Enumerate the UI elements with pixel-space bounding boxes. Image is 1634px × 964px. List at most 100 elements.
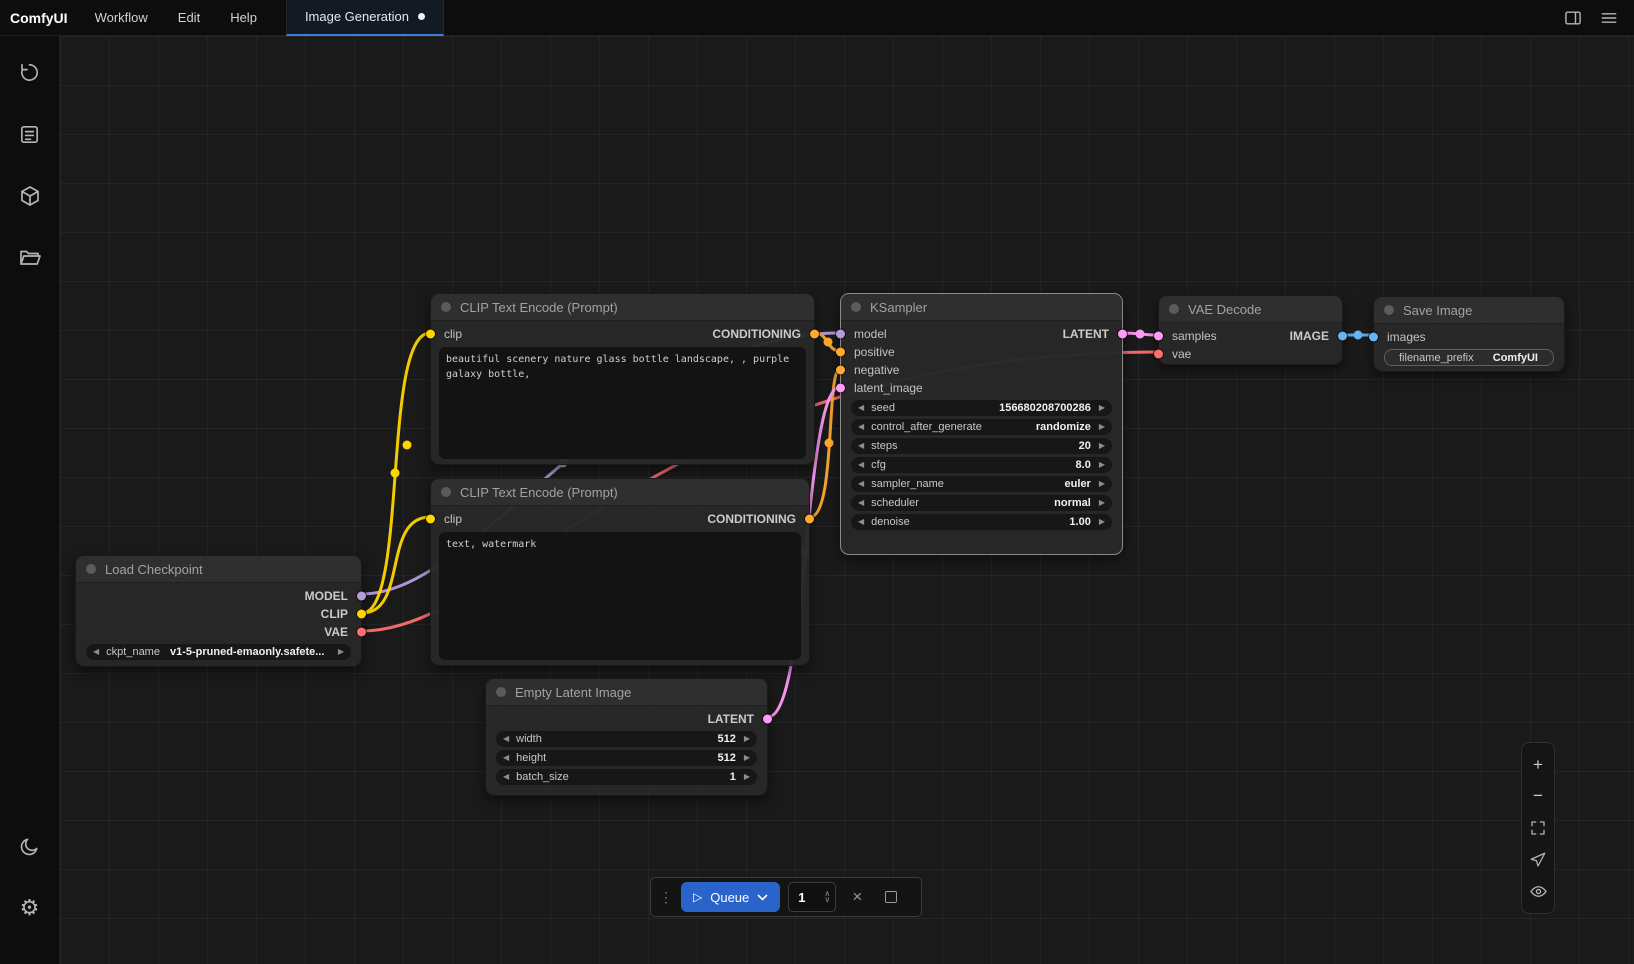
queue-list-button[interactable]: [10, 114, 50, 154]
model-library-button[interactable]: [10, 176, 50, 216]
node-ksampler[interactable]: KSampler model LATENT positive negative …: [840, 293, 1123, 555]
drag-handle-icon[interactable]: ⋮: [659, 889, 673, 906]
toggle-link-visibility-button[interactable]: [1524, 878, 1552, 904]
increment-arrow-icon[interactable]: ▶: [1099, 461, 1105, 469]
input-slot-dot[interactable]: [1369, 333, 1378, 342]
wire-midpoint-dot[interactable]: [1136, 330, 1145, 339]
widget-denoise[interactable]: ◀ denoise 1.00 ▶: [851, 514, 1112, 530]
interrupt-button[interactable]: [878, 891, 904, 903]
menu-help[interactable]: Help: [215, 0, 272, 36]
workflows-folder-button[interactable]: [10, 238, 50, 278]
input-slot-dot[interactable]: [1154, 332, 1163, 341]
widget-height[interactable]: ◀ height 512 ▶: [496, 750, 757, 766]
collapse-dot[interactable]: [86, 564, 96, 574]
decrement-arrow-icon[interactable]: ◀: [93, 648, 99, 656]
queue-button[interactable]: ▷ Queue: [681, 882, 780, 912]
collapse-dot[interactable]: [441, 302, 451, 312]
increment-arrow-icon[interactable]: ▶: [744, 754, 750, 762]
menu-workflow[interactable]: Workflow: [80, 0, 163, 36]
zoom-out-button[interactable]: −: [1524, 783, 1552, 809]
widget-cfg[interactable]: ◀ cfg 8.0 ▶: [851, 457, 1112, 473]
increment-arrow-icon[interactable]: ▶: [338, 648, 344, 656]
increment-arrow-icon[interactable]: ▶: [744, 735, 750, 743]
select-mode-button[interactable]: [1524, 847, 1552, 873]
fit-view-button[interactable]: [1524, 815, 1552, 841]
collapse-dot[interactable]: [1169, 304, 1179, 314]
node-graph-canvas[interactable]: Load Checkpoint MODEL CLIP VAE ◀ ckpt_na…: [60, 36, 1634, 964]
decrement-arrow-icon[interactable]: ◀: [503, 735, 509, 743]
node-header[interactable]: Load Checkpoint: [76, 556, 361, 583]
prompt-textarea[interactable]: beautiful scenery nature glass bottle la…: [439, 347, 806, 459]
hamburger-menu-button[interactable]: [1594, 4, 1624, 32]
input-slot-dot[interactable]: [836, 366, 845, 375]
node-header[interactable]: Empty Latent Image: [486, 679, 767, 706]
node-header[interactable]: KSampler: [841, 294, 1122, 321]
decrement-arrow-icon[interactable]: ◀: [858, 518, 864, 526]
wire-midpoint-dot[interactable]: [825, 439, 834, 448]
tab-image-generation[interactable]: Image Generation: [286, 0, 444, 36]
theme-toggle-button[interactable]: [10, 826, 50, 866]
widget-sampler-name[interactable]: ◀ sampler_name euler ▶: [851, 476, 1112, 492]
decrement-arrow-icon[interactable]: ◀: [858, 423, 864, 431]
decrement-arrow-icon[interactable]: ◀: [503, 754, 509, 762]
decrement-arrow-icon[interactable]: ◀: [858, 442, 864, 450]
decrement-arrow-icon[interactable]: ◀: [858, 499, 864, 507]
output-slot-dot[interactable]: [357, 592, 366, 601]
node-header[interactable]: CLIP Text Encode (Prompt): [431, 479, 809, 506]
input-slot-dot[interactable]: [836, 348, 845, 357]
batch-count-input[interactable]: 1 ∧ ∨: [788, 882, 836, 912]
collapse-dot[interactable]: [496, 687, 506, 697]
output-slot-dot[interactable]: [763, 715, 772, 724]
increment-arrow-icon[interactable]: ▶: [1099, 518, 1105, 526]
node-header[interactable]: Save Image: [1374, 297, 1564, 324]
output-slot-dot[interactable]: [1338, 332, 1347, 341]
decrement-arrow-icon[interactable]: ◀: [503, 773, 509, 781]
menu-edit[interactable]: Edit: [163, 0, 215, 36]
widget-ckpt-name[interactable]: ◀ ckpt_name v1-5-pruned-emaonly.safete..…: [86, 644, 351, 660]
output-slot-dot[interactable]: [357, 628, 366, 637]
increment-arrow-icon[interactable]: ▶: [1099, 499, 1105, 507]
increment-arrow-icon[interactable]: ▶: [1099, 480, 1105, 488]
node-clip-text-encode-positive[interactable]: CLIP Text Encode (Prompt) clip CONDITION…: [430, 293, 815, 465]
decrement-arrow-icon[interactable]: ◀: [858, 461, 864, 469]
widget-batch-size[interactable]: ◀ batch_size 1 ▶: [496, 769, 757, 785]
collapse-dot[interactable]: [441, 487, 451, 497]
input-slot-dot[interactable]: [1154, 350, 1163, 359]
toggle-panel-button[interactable]: [1558, 4, 1588, 32]
widget-seed[interactable]: ◀ seed 156680208700286 ▶: [851, 400, 1112, 416]
increment-arrow-icon[interactable]: ▶: [744, 773, 750, 781]
node-header[interactable]: VAE Decode: [1159, 296, 1342, 323]
increment-arrow-icon[interactable]: ▶: [1099, 423, 1105, 431]
output-slot-dot[interactable]: [805, 515, 814, 524]
node-load-checkpoint[interactable]: Load Checkpoint MODEL CLIP VAE ◀ ckpt_na…: [75, 555, 362, 667]
settings-button[interactable]: ⚙: [10, 888, 50, 928]
input-slot-dot[interactable]: [426, 515, 435, 524]
widget-width[interactable]: ◀ width 512 ▶: [496, 731, 757, 747]
collapse-dot[interactable]: [1384, 305, 1394, 315]
input-slot-dot[interactable]: [836, 384, 845, 393]
wire-midpoint-dot[interactable]: [391, 469, 400, 478]
wire-midpoint-dot[interactable]: [824, 338, 833, 347]
node-empty-latent-image[interactable]: Empty Latent Image LATENT ◀ width 512 ▶ …: [485, 678, 768, 796]
prompt-textarea[interactable]: text, watermark: [439, 532, 801, 660]
collapse-dot[interactable]: [851, 302, 861, 312]
node-vae-decode[interactable]: VAE Decode samples IMAGE vae: [1158, 295, 1343, 365]
node-save-image[interactable]: Save Image images filename_prefix ComfyU…: [1373, 296, 1565, 372]
step-down-icon[interactable]: ∨: [824, 897, 830, 903]
output-slot-dot[interactable]: [357, 610, 366, 619]
workflow-history-button[interactable]: [10, 52, 50, 92]
clear-queue-button[interactable]: ×: [844, 887, 870, 907]
wire-midpoint-dot[interactable]: [1354, 331, 1363, 340]
widget-control-after-generate[interactable]: ◀ control_after_generate randomize ▶: [851, 419, 1112, 435]
output-slot-dot[interactable]: [810, 330, 819, 339]
wire-midpoint-dot[interactable]: [403, 441, 412, 450]
increment-arrow-icon[interactable]: ▶: [1099, 442, 1105, 450]
zoom-in-button[interactable]: +: [1524, 752, 1552, 778]
input-slot-dot[interactable]: [836, 330, 845, 339]
node-clip-text-encode-negative[interactable]: CLIP Text Encode (Prompt) clip CONDITION…: [430, 478, 810, 666]
widget-scheduler[interactable]: ◀ scheduler normal ▶: [851, 495, 1112, 511]
decrement-arrow-icon[interactable]: ◀: [858, 404, 864, 412]
decrement-arrow-icon[interactable]: ◀: [858, 480, 864, 488]
increment-arrow-icon[interactable]: ▶: [1099, 404, 1105, 412]
output-slot-dot[interactable]: [1118, 330, 1127, 339]
